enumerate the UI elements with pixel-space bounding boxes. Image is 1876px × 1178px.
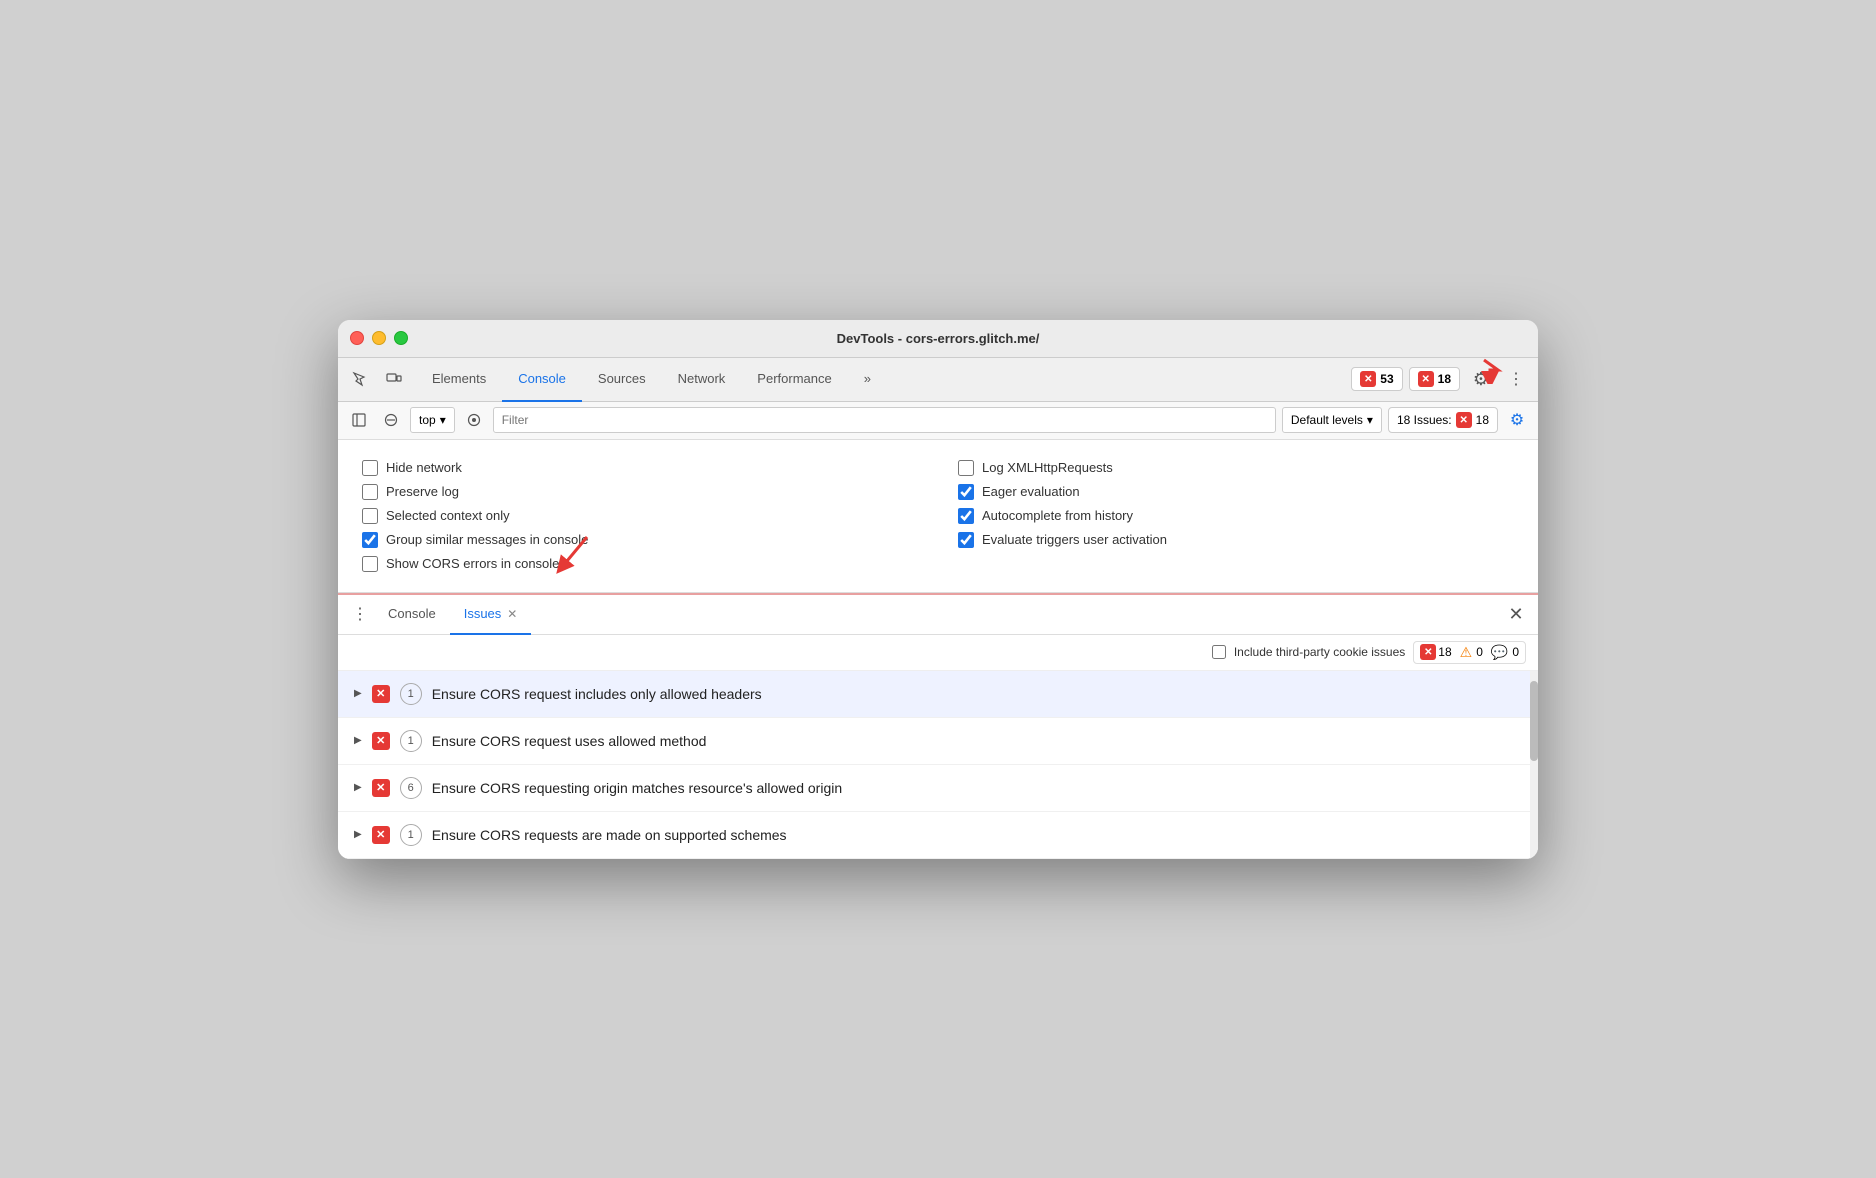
expand-arrow-icon-1: ▶ [354, 735, 362, 746]
issue-row-0[interactable]: ▶ ✕ 1 Ensure CORS request includes only … [338, 671, 1538, 718]
console-settings-icon[interactable]: ⚙ [1504, 407, 1530, 433]
warn-count-badge[interactable]: ✕ 18 [1409, 367, 1460, 391]
title-bar: DevTools - cors-errors.glitch.me/ [338, 320, 1538, 358]
issue-row-2[interactable]: ▶ ✕ 6 Ensure CORS requesting origin matc… [338, 765, 1538, 812]
selected-context-option[interactable]: Selected context only [362, 504, 918, 528]
eval-triggers-checkbox[interactable] [958, 532, 974, 548]
devtools-window: DevTools - cors-errors.glitch.me/ Elemen… [338, 320, 1538, 859]
issue-count-1: 1 [400, 730, 422, 752]
show-cors-errors-checkbox[interactable] [362, 556, 378, 572]
tabs-right-area: ✕ 53 ✕ 18 ⚙ [1351, 364, 1530, 394]
expand-arrow-icon-3: ▶ [354, 829, 362, 840]
eager-eval-checkbox[interactable] [958, 484, 974, 500]
tab-more[interactable]: » [848, 358, 887, 402]
issue-error-icon-3: ✕ [372, 826, 390, 844]
third-party-checkbox[interactable] [1212, 645, 1226, 659]
filter-input[interactable] [493, 407, 1276, 433]
close-issues-tab-icon[interactable]: ✕ [507, 607, 517, 621]
maximize-button[interactable] [394, 331, 408, 345]
bottom-tab-console[interactable]: Console [374, 595, 450, 635]
issue-error-icon-1: ✕ [372, 732, 390, 750]
minimize-button[interactable] [372, 331, 386, 345]
eval-triggers-option[interactable]: Evaluate triggers user activation [958, 528, 1514, 552]
expand-arrow-icon-2: ▶ [354, 782, 362, 793]
hide-network-checkbox[interactable] [362, 460, 378, 476]
issue-row-3[interactable]: ▶ ✕ 1 Ensure CORS requests are made on s… [338, 812, 1538, 859]
selected-context-checkbox[interactable] [362, 508, 378, 524]
error-icon: ✕ [1360, 371, 1376, 387]
autocomplete-option[interactable]: Autocomplete from history [958, 504, 1514, 528]
context-selector[interactable]: top ▾ [410, 407, 455, 433]
issue-text-3: Ensure CORS requests are made on support… [432, 827, 787, 843]
console-toolbar: top ▾ Default levels ▾ 18 Issues: ✕ 18 ⚙ [338, 402, 1538, 440]
tab-elements[interactable]: Elements [416, 358, 502, 402]
settings-button[interactable]: ⚙ [1466, 364, 1496, 394]
log-xmlhttp-checkbox[interactable] [958, 460, 974, 476]
issue-error-icon-0: ✕ [372, 685, 390, 703]
tab-performance[interactable]: Performance [741, 358, 847, 402]
tab-console[interactable]: Console [502, 358, 582, 402]
issue-row-1[interactable]: ▶ ✕ 1 Ensure CORS request uses allowed m… [338, 718, 1538, 765]
issues-list: ▶ ✕ 1 Ensure CORS request includes only … [338, 671, 1538, 859]
issue-text-0: Ensure CORS request includes only allowe… [432, 686, 762, 702]
issue-count-0: 1 [400, 683, 422, 705]
autocomplete-checkbox[interactable] [958, 508, 974, 524]
settings-panel: Hide network Preserve log Selected conte… [338, 440, 1538, 593]
live-expression-icon[interactable] [461, 407, 487, 433]
close-button[interactable] [350, 331, 364, 345]
preserve-log-checkbox[interactable] [362, 484, 378, 500]
scrollbar[interactable] [1530, 671, 1538, 859]
issue-text-1: Ensure CORS request uses allowed method [432, 733, 707, 749]
settings-left-column: Hide network Preserve log Selected conte… [362, 456, 918, 576]
issue-count-2: 6 [400, 777, 422, 799]
issue-count-3: 1 [400, 824, 422, 846]
tab-sources[interactable]: Sources [582, 358, 662, 402]
chevron-down-icon: ▾ [1367, 413, 1373, 427]
issues-error-count-icon: ✕ [1420, 644, 1436, 660]
sidebar-toggle-icon[interactable] [346, 407, 372, 433]
bottom-tab-issues[interactable]: Issues ✕ [450, 595, 532, 635]
main-tabs-bar: Elements Console Sources Network Perform… [338, 358, 1538, 402]
bottom-tabs-more-icon[interactable]: ⋮ [346, 600, 374, 628]
issue-error-icon-2: ✕ [372, 779, 390, 797]
group-similar-option[interactable]: Group similar messages in console [362, 528, 918, 552]
error-count-badge[interactable]: ✕ 53 [1351, 367, 1402, 391]
preserve-log-option[interactable]: Preserve log [362, 480, 918, 504]
issue-text-2: Ensure CORS requesting origin matches re… [432, 780, 842, 796]
warn-triangle-icon: ⚠ [1460, 644, 1473, 661]
third-party-filter[interactable]: Include third-party cookie issues [1212, 645, 1405, 659]
group-similar-checkbox[interactable] [362, 532, 378, 548]
info-icon: 💬 [1491, 644, 1508, 661]
tab-network[interactable]: Network [662, 358, 742, 402]
close-panel-button[interactable]: ✕ [1502, 600, 1530, 628]
device-toolbar-icon[interactable] [380, 365, 408, 393]
bottom-panel: ⋮ Console Issues ✕ ✕ Include third-party… [338, 593, 1538, 859]
issues-badge[interactable]: 18 Issues: ✕ 18 [1388, 407, 1498, 433]
warn-error-icon: ✕ [1418, 371, 1434, 387]
inspect-element-icon[interactable] [346, 365, 374, 393]
settings-right-column: Log XMLHttpRequests Eager evaluation Aut… [958, 456, 1514, 576]
issues-count-bar: ✕ 18 ⚠ 0 💬 0 [1413, 641, 1526, 664]
expand-arrow-icon-0: ▶ [354, 688, 362, 699]
traffic-lights [350, 331, 408, 345]
scrollbar-thumb[interactable] [1530, 681, 1538, 761]
show-cors-errors-option[interactable]: Show CORS errors in console [362, 552, 918, 576]
default-levels-selector[interactable]: Default levels ▾ [1282, 407, 1382, 433]
log-xmlhttp-option[interactable]: Log XMLHttpRequests [958, 456, 1514, 480]
clear-console-icon[interactable] [378, 407, 404, 433]
more-options-button[interactable]: ⋮ [1502, 365, 1530, 393]
gear-area: ⚙ [1466, 364, 1496, 394]
window-title: DevTools - cors-errors.glitch.me/ [837, 331, 1040, 346]
bottom-tabs-bar: ⋮ Console Issues ✕ ✕ [338, 595, 1538, 635]
chevron-down-icon: ▾ [440, 413, 446, 427]
hide-network-option[interactable]: Hide network [362, 456, 918, 480]
tab-icons [346, 365, 408, 393]
eager-eval-option[interactable]: Eager evaluation [958, 480, 1514, 504]
issues-toolbar: Include third-party cookie issues ✕ 18 ⚠… [338, 635, 1538, 671]
issues-error-icon: ✕ [1456, 412, 1472, 428]
